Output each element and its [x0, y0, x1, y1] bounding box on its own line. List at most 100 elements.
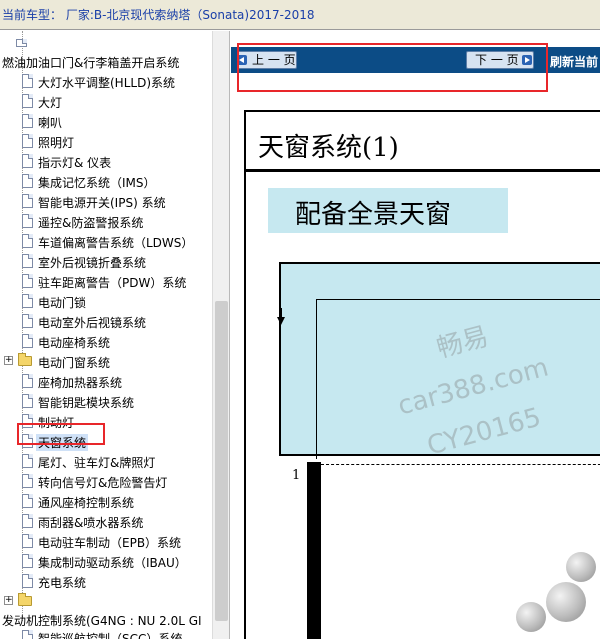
tree-item-indicator-gauge[interactable]: 指示灯& 仪表	[0, 151, 210, 171]
tree-item-epb[interactable]: 电动驻车制动（EPB）系统	[0, 531, 210, 551]
tree-item-power-window[interactable]: + 电动门窗系统	[0, 351, 210, 371]
expand-icon[interactable]: +	[4, 596, 13, 605]
nav-tree[interactable]: 燃油加油口门&行李箱盖开启系统 大灯水平调整(HLLD)系统 大灯 喇叭 照明灯…	[0, 31, 230, 639]
document-icon	[22, 274, 33, 288]
document-icon	[22, 94, 33, 108]
tree-item-label: 车道偏离警告系统（LDWS）	[38, 236, 194, 250]
tree-item-label: 集成记忆系统（IMS）	[38, 176, 156, 190]
tree-item-charging[interactable]: 充电系统	[0, 571, 210, 591]
tree-item-label: 充电系统	[38, 576, 87, 590]
tree-item-power-lock[interactable]: 电动门锁	[0, 291, 210, 311]
callout-number: 1	[292, 468, 301, 483]
tree-item-collapsed-folder[interactable]: +	[0, 591, 210, 611]
document-icon	[22, 534, 33, 548]
tree-item-wiper-washer[interactable]: 雨刮器&喷水器系统	[0, 511, 210, 531]
refresh-current-link[interactable]: 刷新当前	[550, 53, 598, 70]
document-icon	[22, 214, 33, 228]
manual-page: 天窗系统(1) 配备全景天窗 1 畅易 car388.com CY20165	[244, 110, 600, 639]
tree-scrollbar[interactable]	[212, 31, 229, 639]
expand-icon[interactable]: +	[4, 356, 13, 365]
tree-item-label: 电动座椅系统	[38, 336, 111, 350]
gear-icon	[516, 602, 546, 632]
title-bar: 当前车型： 厂家:B-北京现代索纳塔（Sonata)2017-2018	[0, 0, 600, 30]
tree-item-seat-heater[interactable]: 座椅加热器系统	[0, 371, 210, 391]
tree-item-ims[interactable]: 集成记忆系统（IMS）	[0, 171, 210, 191]
leader-arrow-icon	[277, 317, 285, 325]
gear-icon	[546, 582, 586, 622]
tree-item-horn[interactable]: 喇叭	[0, 111, 210, 131]
tree-item-label: 通风座椅控制系统	[38, 496, 135, 510]
title-divider	[246, 169, 600, 172]
tree-item-label: 大灯水平调整(HLLD)系统	[38, 76, 175, 90]
folder-icon	[18, 353, 32, 366]
selected-item-highlight	[17, 423, 105, 445]
tree-item-scc[interactable]: 智能巡航控制（SCC）系统	[0, 627, 210, 639]
document-icon	[22, 454, 33, 468]
tree-item-headlamp[interactable]: 大灯	[0, 91, 210, 111]
document-icon	[22, 554, 33, 568]
tree-item-label: 喇叭	[38, 116, 63, 130]
tree-item-power-seat[interactable]: 电动座椅系统	[0, 331, 210, 351]
tree-item-fuel-door[interactable]: 燃油加油口门&行李箱盖开启系统	[2, 51, 217, 71]
tree-item-ips[interactable]: 智能电源开关(IPS) 系统	[0, 191, 210, 211]
document-icon	[22, 294, 33, 308]
document-icon	[22, 134, 33, 148]
tree-item-ldws[interactable]: 车道偏离警告系统（LDWS）	[0, 231, 210, 251]
tree-scrollbar-thumb[interactable]	[215, 301, 228, 621]
document-icon	[22, 74, 33, 88]
tree-item-label: 智能电源开关(IPS) 系统	[38, 196, 166, 210]
tree-item-engine-control[interactable]: 发动机控制系统(G4NG : NU 2.0L GI	[2, 609, 215, 629]
page-title: 天窗系统(1)	[258, 133, 399, 163]
tree-item-ibau[interactable]: 集成制动驱动系统（IBAU）	[0, 551, 210, 571]
tree-item-power-mirror[interactable]: 电动室外后视镜系统	[0, 311, 210, 331]
dashed-guide-line	[321, 464, 600, 465]
tree-item-label: 电动驻车制动（EPB）系统	[38, 536, 182, 550]
document-icon	[22, 334, 33, 348]
tree-item-label: 雨刮器&喷水器系统	[38, 516, 144, 530]
tree-item-pdw[interactable]: 驻车距离警告（PDW）系统	[0, 271, 210, 291]
tree-item-label: 燃油加油口门&行李箱盖开启系统	[2, 56, 180, 70]
tree-item-label: 尾灯、驻车灯&牌照灯	[38, 456, 156, 470]
frame-rail	[307, 462, 321, 639]
document-icon	[22, 574, 33, 588]
tree-item-label: 遥控&防盗警报系统	[38, 216, 144, 230]
tree-item-label: 集成制动驱动系统（IBAU）	[38, 556, 187, 570]
tree-item-label: 电动门窗系统	[38, 356, 111, 370]
subtitle-banner: 配备全景天窗	[268, 188, 508, 233]
document-icon	[22, 314, 33, 328]
document-icon	[22, 474, 33, 488]
tree-item-turn-signal[interactable]: 转向信号灯&危险警告灯	[0, 471, 210, 491]
tree-item-ventilated-seat[interactable]: 通风座椅控制系统	[0, 491, 210, 511]
document-icon	[22, 630, 33, 639]
document-icon	[22, 514, 33, 528]
document-icon	[22, 494, 33, 508]
tree-item-mirror-fold[interactable]: 室外后视镜折叠系统	[0, 251, 210, 271]
tree-item-remote-alarm[interactable]: 遥控&防盗警报系统	[0, 211, 210, 231]
tree-item-label: 智能巡航控制（SCC）系统	[38, 632, 183, 639]
tree-item-tail-lamp[interactable]: 尾灯、驻车灯&牌照灯	[0, 451, 210, 471]
tree-item-label: 室外后视镜折叠系统	[38, 256, 147, 270]
tree-item-label: 照明灯	[38, 136, 75, 150]
tree-item-label: 智能钥匙模块系统	[38, 396, 135, 410]
nav-buttons-highlight	[237, 43, 548, 92]
tree-item-hlld[interactable]: 大灯水平调整(HLLD)系统	[0, 71, 210, 91]
document-pane: 上 一 页 下 一 页 刷新当前 天窗系统(1) 配备全景天窗 1 畅易 car…	[231, 31, 600, 639]
document-icon	[22, 254, 33, 268]
document-icon	[22, 234, 33, 248]
tree-item-label: 电动室外后视镜系统	[38, 316, 147, 330]
document-icon	[22, 194, 33, 208]
document-icon	[16, 39, 27, 47]
folder-icon	[18, 593, 32, 606]
tree-item-label: 驻车距离警告（PDW）系统	[38, 276, 187, 290]
current-vehicle-title: 当前车型： 厂家:B-北京现代索纳塔（Sonata)2017-2018	[2, 8, 315, 22]
tree-item-label: 座椅加热器系统	[38, 376, 123, 390]
tree-item-lighting[interactable]: 照明灯	[0, 131, 210, 151]
tree-item-smart-key[interactable]: 智能钥匙模块系统	[0, 391, 210, 411]
tree-item-label: 转向信号灯&危险警告灯	[38, 476, 168, 490]
document-icon	[22, 154, 33, 168]
tree-item-label: 大灯	[38, 96, 63, 110]
document-icon	[22, 394, 33, 408]
page-subtitle: 配备全景天窗	[295, 200, 452, 230]
tree-item-label: 指示灯& 仪表	[38, 156, 112, 170]
tree-item-label: 电动门锁	[38, 296, 87, 310]
